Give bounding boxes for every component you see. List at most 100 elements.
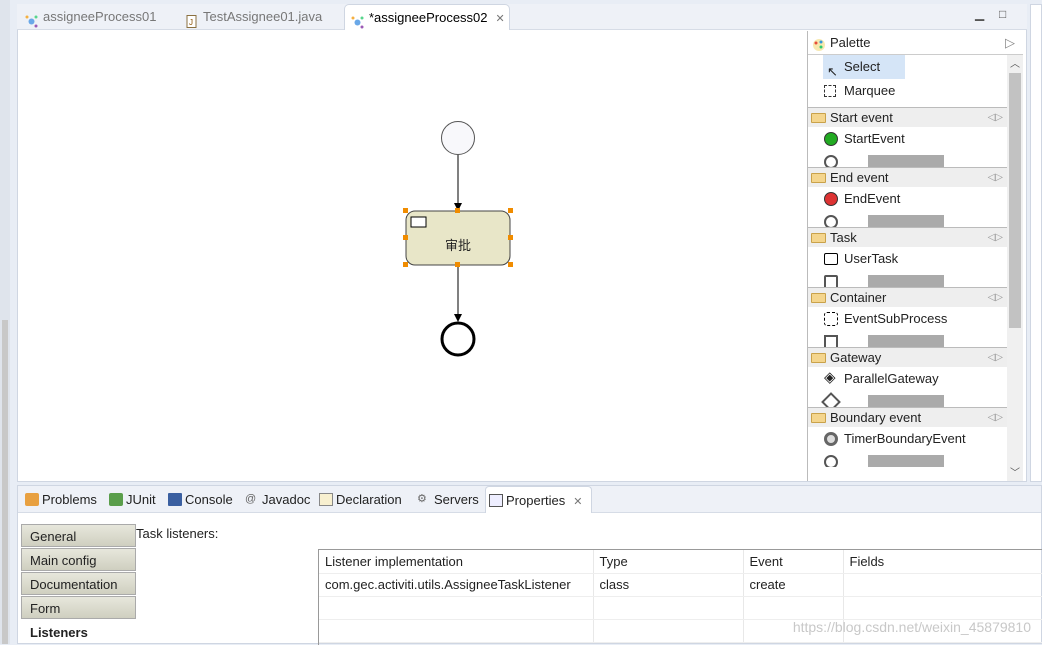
scrollbar-thumb[interactable]: [1009, 73, 1021, 328]
palette-item-obscured[interactable]: [808, 451, 1023, 467]
close-icon[interactable]: ✕: [496, 13, 505, 25]
column-header[interactable]: Fields: [843, 550, 1042, 574]
table-row-empty[interactable]: [319, 596, 1042, 620]
palette-item-usertask[interactable]: UserTask: [808, 247, 1023, 271]
bottom-panel: Problems JUnit Console @ Javadoc Declarat…: [17, 485, 1042, 645]
pin-icon[interactable]: ◁▷: [988, 288, 1003, 308]
tab-servers[interactable]: ⚙ Servers: [414, 486, 479, 513]
console-icon: [168, 493, 182, 506]
process-diagram: [403, 121, 513, 357]
side-tab-documentation[interactable]: Documentation: [21, 572, 136, 595]
pin-icon[interactable]: ◁▷: [988, 348, 1003, 368]
tab-javadoc[interactable]: @ Javadoc: [242, 486, 310, 513]
drawer-start-event: Start event ◁▷ StartEvent: [808, 107, 1023, 167]
drawer-header[interactable]: Container ◁▷: [808, 287, 1023, 307]
svg-text:J: J: [189, 18, 193, 27]
scroll-down-icon[interactable]: ﹀: [1010, 464, 1020, 479]
subprocess-icon: [824, 312, 838, 326]
drawer-header[interactable]: End event ◁▷: [808, 167, 1023, 187]
drawer-label: Start event: [830, 110, 893, 125]
declaration-icon: [319, 493, 333, 506]
drawer-header[interactable]: Boundary event ◁▷: [808, 407, 1023, 427]
drawer-label: Task: [830, 230, 857, 245]
table-row[interactable]: com.gec.activiti.utils.AssigneeTaskListe…: [319, 573, 1042, 597]
palette-item-parallelgateway[interactable]: ◈ ParallelGateway: [808, 367, 1023, 391]
user-task-icon: [824, 253, 838, 265]
side-tab-general[interactable]: General: [21, 524, 136, 547]
select-tool[interactable]: ↖ Select: [823, 55, 905, 79]
drawer-label: Boundary event: [830, 410, 922, 425]
palette-item-obscured[interactable]: [808, 391, 1023, 407]
palette-item-obscured[interactable]: [808, 271, 1023, 287]
side-tab-label: Main config: [30, 553, 97, 568]
tab-assigneeProcess01[interactable]: assigneeProcess01: [19, 4, 169, 30]
cell-implementation: com.gec.activiti.utils.AssigneeTaskListe…: [319, 573, 594, 597]
close-icon[interactable]: ✕: [573, 496, 582, 508]
side-tab-listeners[interactable]: Listeners: [21, 620, 136, 643]
user-task-icon: [410, 216, 427, 228]
right-panel: [1030, 4, 1042, 482]
scrollbar[interactable]: [2, 320, 8, 644]
diagram-canvas[interactable]: 审批: [18, 31, 806, 481]
pin-icon[interactable]: ◁▷: [988, 408, 1003, 428]
palette-item-eventsubprocess[interactable]: EventSubProcess: [808, 307, 1023, 331]
start-event-icon: [824, 132, 838, 146]
scroll-up-icon[interactable]: ︿: [1010, 55, 1020, 70]
end-event[interactable]: [440, 321, 476, 357]
bottom-tab-bar: Problems JUnit Console @ Javadoc Declarat…: [18, 486, 1041, 513]
tab-junit[interactable]: JUnit: [106, 486, 156, 513]
tab-console[interactable]: Console: [165, 486, 233, 513]
palette-scrollbar[interactable]: ︿ ﹀: [1007, 55, 1023, 481]
marquee-tool[interactable]: Marquee: [808, 79, 1023, 103]
watermark: https://blog.csdn.net/weixin_45879810: [792, 619, 1031, 635]
maximize-icon[interactable]: □: [999, 7, 1006, 21]
palette-item-obscured[interactable]: [808, 331, 1023, 347]
tab-problems[interactable]: Problems: [22, 486, 97, 513]
tab-properties[interactable]: Properties ✕: [485, 486, 592, 513]
palette-item-endevent[interactable]: EndEvent: [808, 187, 1023, 211]
palette-header: Palette ▷: [808, 31, 1023, 55]
servers-icon: ⚙: [417, 493, 427, 505]
item-label: UserTask: [844, 251, 899, 266]
drawer-header[interactable]: Gateway ◁▷: [808, 347, 1023, 367]
pin-icon[interactable]: ◁▷: [988, 228, 1003, 248]
drawer-header[interactable]: Start event ◁▷: [808, 107, 1023, 127]
at-icon: @: [245, 493, 257, 505]
properties-icon: [489, 494, 503, 507]
drawer-header[interactable]: Task ◁▷: [808, 227, 1023, 247]
drawer-label: End event: [830, 170, 889, 185]
process-icon: [351, 12, 364, 29]
folder-icon: [811, 113, 826, 123]
palette: Palette ▷ ↖ Select Marquee Start event ◁▷ …: [807, 31, 1023, 481]
side-tab-label: General: [30, 529, 77, 544]
tab-declaration[interactable]: Declaration: [316, 486, 402, 513]
pin-icon[interactable]: ◁▷: [988, 168, 1003, 188]
minimize-icon[interactable]: ▁: [975, 7, 984, 21]
start-event[interactable]: [441, 121, 475, 155]
palette-item-obscured[interactable]: [808, 211, 1023, 227]
palette-item-timerboundaryevent[interactable]: TimerBoundaryEvent: [808, 427, 1023, 451]
column-header[interactable]: Event: [743, 550, 844, 574]
drawer-gateway: Gateway ◁▷ ◈ ParallelGateway: [808, 347, 1023, 407]
cell-fields: [843, 573, 1042, 597]
column-header[interactable]: Type: [593, 550, 744, 574]
side-tab-form[interactable]: Form: [21, 596, 136, 619]
side-tab-main-config[interactable]: Main config: [21, 548, 136, 571]
script-task-icon: [824, 275, 838, 287]
tab-assigneeProcess02[interactable]: *assigneeProcess02 ✕: [344, 4, 510, 30]
palette-item-obscured[interactable]: [808, 151, 1023, 167]
side-tab-label: Form: [30, 601, 61, 616]
java-file-icon: J: [185, 11, 198, 28]
collapse-palette-icon[interactable]: ▷: [1005, 31, 1015, 55]
item-label: TimerBoundaryEvent: [844, 431, 966, 446]
tab-TestAssignee01[interactable]: J TestAssignee01.java: [179, 4, 339, 30]
tab-label: assigneeProcess01: [43, 9, 157, 24]
side-tab-label: Documentation: [30, 577, 118, 592]
tab-label: Servers: [434, 492, 479, 507]
palette-item-startevent[interactable]: StartEvent: [808, 127, 1023, 151]
left-panel-strip: [0, 0, 10, 644]
column-header[interactable]: Listener implementation: [319, 550, 594, 574]
drawer-task: Task ◁▷ UserTask: [808, 227, 1023, 287]
pin-icon[interactable]: ◁▷: [988, 108, 1003, 128]
process-icon: [25, 11, 38, 28]
